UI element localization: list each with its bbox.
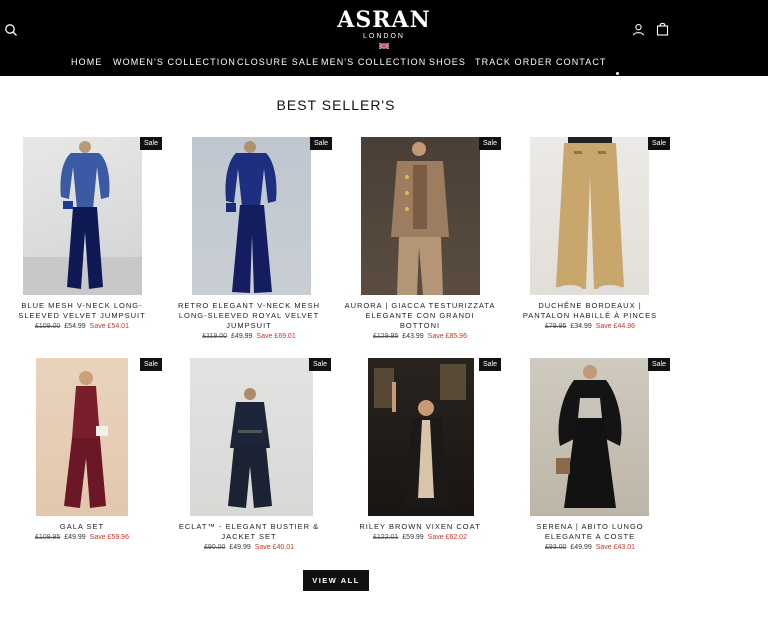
savings: Save £85.96 bbox=[427, 333, 467, 340]
product-image[interactable] bbox=[23, 137, 142, 295]
product-card[interactable]: Sale RILEY BROWN VIXEN COAT £122.01 £59.… bbox=[344, 358, 501, 548]
product-image[interactable] bbox=[192, 137, 311, 295]
nav-mens-collection[interactable]: MEN'S COLLECTION bbox=[321, 55, 426, 69]
product-card[interactable]: Sale GALA SET £109.95 £49.99 Save £59.96 bbox=[6, 358, 162, 548]
original-price: £79.95 bbox=[544, 323, 567, 330]
sale-price: £49.99 bbox=[229, 544, 251, 551]
sale-price: £54.99 bbox=[64, 323, 86, 330]
main-nav: HOME WOMEN'S COLLECTION CLOSURE SALE MEN… bbox=[0, 55, 768, 69]
price-row: £109.00 £54.99 Save £54.01 bbox=[6, 323, 158, 330]
savings: Save £69.01 bbox=[256, 333, 296, 340]
sale-badge: Sale bbox=[648, 137, 670, 150]
price-row: £129.95 £43.99 Save £85.96 bbox=[344, 333, 496, 340]
savings: Save £59.96 bbox=[89, 534, 129, 541]
product-image[interactable] bbox=[190, 358, 313, 516]
product-title-line: GALA SET bbox=[59, 522, 105, 531]
product-card[interactable]: Sale RETRO ELEGANT V-NECK MESH LONG-SLEE… bbox=[173, 137, 332, 347]
original-price: £109.00 bbox=[35, 323, 61, 330]
sale-badge: Sale bbox=[140, 137, 162, 150]
nav-womens-collection[interactable]: WOMEN'S COLLECTION bbox=[113, 55, 236, 69]
price-row: £119.00 £49.99 Save £69.01 bbox=[173, 333, 325, 340]
sale-badge: Sale bbox=[309, 358, 331, 371]
product-image[interactable] bbox=[361, 137, 480, 295]
product-title-line: PANTALON HABILLÉ À PINCES bbox=[522, 311, 658, 320]
nav-track-order[interactable]: TRACK ORDER bbox=[475, 55, 553, 69]
flag-icon bbox=[379, 43, 389, 49]
sale-badge: Sale bbox=[479, 358, 501, 371]
sale-price: £49.99 bbox=[570, 544, 592, 551]
price-row: £109.95 £49.99 Save £59.96 bbox=[6, 534, 158, 541]
site-header: ASRAN LONDON HOME WOMEN'S COLLECTION CLO… bbox=[0, 0, 768, 76]
sale-price: £43.99 bbox=[402, 333, 424, 340]
original-price: £122.01 bbox=[373, 534, 399, 541]
logo-subtext: LONDON bbox=[363, 33, 405, 40]
product-title-line: SLEEVED VELVET JUMPSUIT bbox=[18, 311, 146, 320]
product-title-line: ELEGANTE A COSTE bbox=[544, 532, 636, 541]
savings: Save £43.01 bbox=[595, 544, 636, 551]
product-title-line: SERENA | ABITO LUNGO bbox=[536, 522, 644, 531]
section-title: BEST SELLER'S bbox=[276, 97, 396, 113]
product-title-line: AURORA | GIACCA TESTURIZZATA bbox=[344, 301, 496, 310]
product-title-line: RILEY BROWN VIXEN COAT bbox=[359, 522, 481, 531]
sale-price: £59.99 bbox=[402, 534, 424, 541]
price-row: £122.01 £59.99 Save £62.02 bbox=[344, 534, 496, 541]
nav-shoes[interactable]: SHOES bbox=[429, 55, 466, 69]
logo-text: ASRAN bbox=[337, 7, 431, 33]
product-image[interactable] bbox=[36, 358, 128, 516]
price-row: £93.00 £49.99 Save £43.01 bbox=[514, 544, 666, 551]
cart-icon[interactable] bbox=[656, 22, 669, 36]
product-title-line: ECLAT™ - ELEGANT BUSTIER & bbox=[178, 522, 320, 531]
product-title-line: ELEGANTE CON GRANDI bbox=[365, 311, 475, 320]
nav-closure-sale[interactable]: CLOSURE SALE bbox=[237, 55, 319, 69]
savings: Save £54.01 bbox=[89, 323, 129, 330]
original-price: £93.00 bbox=[544, 544, 567, 551]
original-price: £129.95 bbox=[373, 333, 399, 340]
sale-badge: Sale bbox=[479, 137, 501, 150]
product-card[interactable]: Sale ECLAT™ - ELEGANT BUSTIER & JACKET S… bbox=[173, 358, 331, 558]
site-logo[interactable]: ASRAN LONDON bbox=[0, 8, 768, 49]
product-title-line: RETRO ELEGANT V-NECK MESH bbox=[178, 301, 320, 310]
product-title-line: BLUE MESH V-NECK LONG- bbox=[21, 301, 143, 310]
sale-price: £34.99 bbox=[570, 323, 592, 330]
price-row: £79.95 £34.99 Save £44.96 bbox=[514, 323, 666, 330]
product-card[interactable]: Sale AURORA | GIACCA TESTURIZZATA ELEGAN… bbox=[344, 137, 501, 347]
product-image[interactable] bbox=[368, 358, 474, 516]
product-title-line: BOTTONI bbox=[399, 321, 441, 330]
product-title-line: JUMPSUIT bbox=[226, 321, 272, 330]
product-image[interactable] bbox=[530, 358, 649, 516]
sale-badge: Sale bbox=[140, 358, 162, 371]
product-title-line: JACKET SET bbox=[221, 532, 277, 541]
original-price: £90.00 bbox=[203, 544, 226, 551]
product-card[interactable]: Sale BLUE MESH V-NECK LONG- SLEEVED VELV… bbox=[6, 137, 162, 337]
savings: Save £40.01 bbox=[254, 544, 295, 551]
product-card[interactable]: Sale SERENA | ABITO LUNGO ELEGANTE A COS… bbox=[514, 358, 670, 558]
original-price: £119.00 bbox=[202, 333, 228, 340]
savings: Save £62.02 bbox=[427, 534, 467, 541]
sale-price: £49.99 bbox=[64, 534, 86, 541]
sale-badge: Sale bbox=[310, 137, 332, 150]
sale-price: £49.99 bbox=[231, 333, 253, 340]
sale-badge: Sale bbox=[648, 358, 670, 371]
savings: Save £44.96 bbox=[595, 323, 636, 330]
price-row: £90.00 £49.99 Save £40.01 bbox=[173, 544, 325, 551]
product-title-line: LONG-SLEEVED ROYAL VELVET bbox=[178, 311, 320, 320]
original-price: £109.95 bbox=[35, 534, 61, 541]
nav-contact[interactable]: CONTACT bbox=[556, 55, 607, 69]
product-title-line: DUCHÊNE BORDEAUX | bbox=[538, 301, 642, 310]
account-icon[interactable] bbox=[632, 23, 645, 36]
nav-home[interactable]: HOME bbox=[71, 55, 102, 69]
view-all-button[interactable]: VIEW ALL bbox=[303, 570, 369, 591]
product-card[interactable]: Sale DUCHÊNE BORDEAUX | PANTALON HABILLÉ… bbox=[514, 137, 670, 337]
product-image[interactable] bbox=[530, 137, 649, 295]
nav-indicator bbox=[616, 72, 619, 75]
